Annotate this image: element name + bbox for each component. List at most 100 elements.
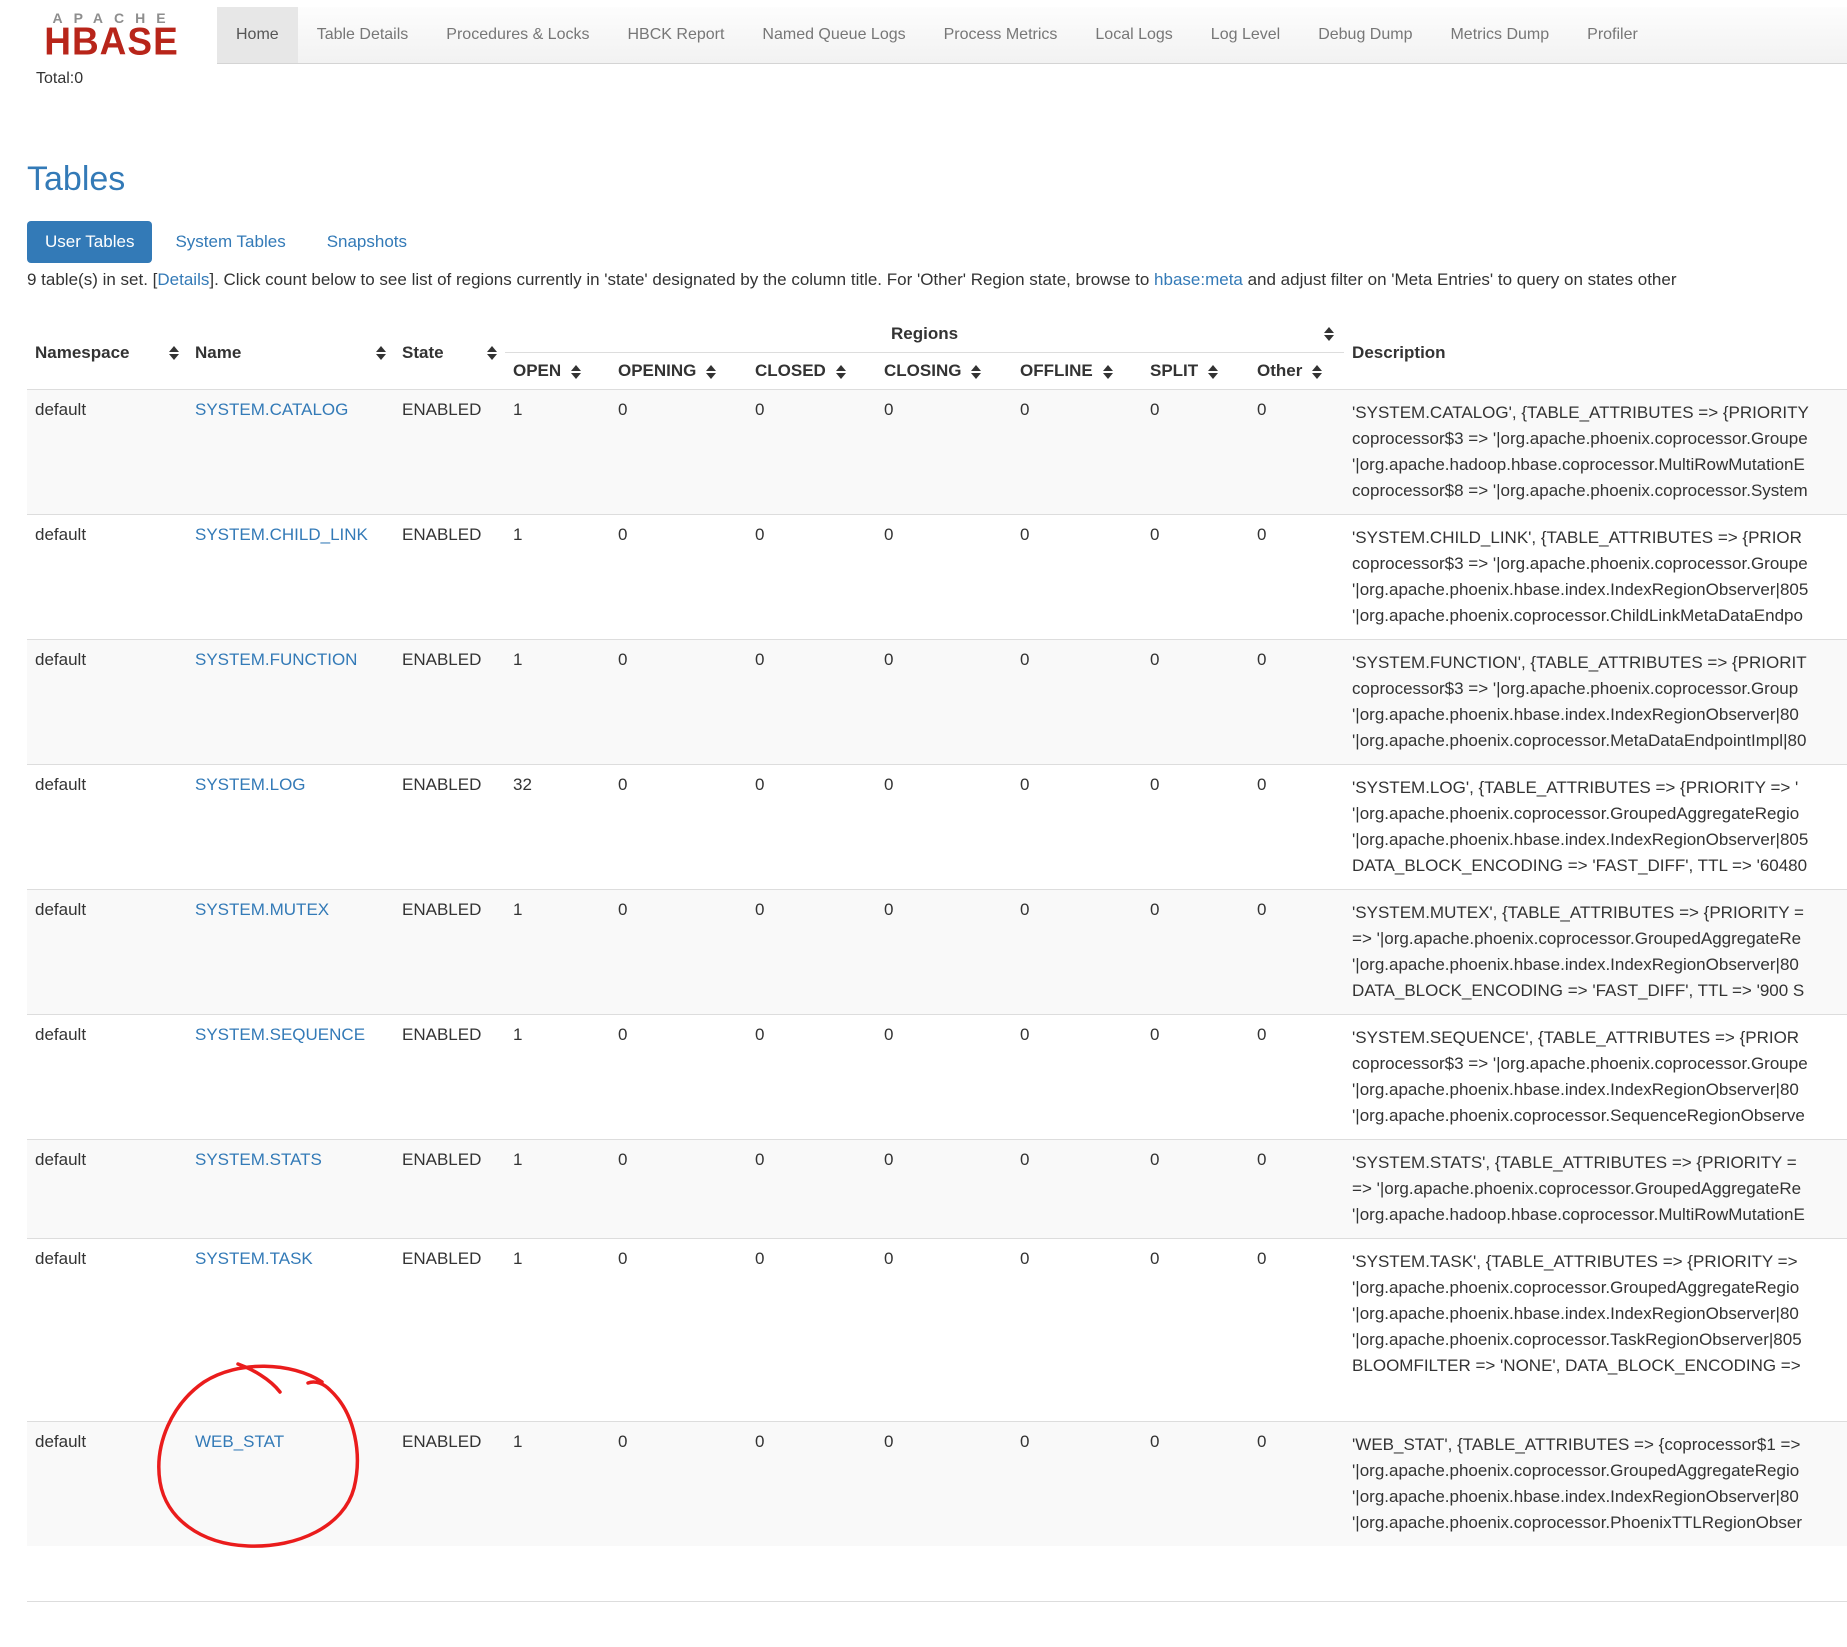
sort-icon[interactable] bbox=[1312, 365, 1322, 379]
cell-region-count-closing[interactable]: 0 bbox=[876, 765, 1012, 890]
cell-region-count-other[interactable]: 0 bbox=[1249, 765, 1344, 890]
cell-region-count-closed[interactable]: 0 bbox=[747, 1140, 876, 1239]
sort-icon[interactable] bbox=[487, 346, 497, 360]
table-name-link[interactable]: SYSTEM.SEQUENCE bbox=[195, 1025, 365, 1044]
tab-snapshots[interactable]: Snapshots bbox=[309, 221, 425, 263]
header-region-open[interactable]: OPEN bbox=[505, 353, 610, 390]
tab-user-tables[interactable]: User Tables bbox=[27, 221, 152, 263]
cell-region-count-split[interactable]: 0 bbox=[1142, 765, 1249, 890]
table-name-link[interactable]: SYSTEM.CATALOG bbox=[195, 400, 348, 419]
sort-icon[interactable] bbox=[1103, 365, 1113, 379]
cell-region-count-other[interactable]: 0 bbox=[1249, 1239, 1344, 1422]
cell-region-count-closing[interactable]: 0 bbox=[876, 390, 1012, 515]
cell-region-count-closed[interactable]: 0 bbox=[747, 765, 876, 890]
cell-region-count-closing[interactable]: 0 bbox=[876, 640, 1012, 765]
cell-region-count-split[interactable]: 0 bbox=[1142, 640, 1249, 765]
sort-icon[interactable] bbox=[706, 365, 716, 379]
cell-region-count-opening[interactable]: 0 bbox=[610, 765, 747, 890]
cell-region-count-closed[interactable]: 0 bbox=[747, 1239, 876, 1422]
table-name-link[interactable]: SYSTEM.TASK bbox=[195, 1249, 313, 1268]
nav-item-process-metrics[interactable]: Process Metrics bbox=[925, 7, 1077, 63]
cell-region-count-opening[interactable]: 0 bbox=[610, 390, 747, 515]
cell-region-count-open[interactable]: 1 bbox=[505, 640, 610, 765]
nav-item-local-logs[interactable]: Local Logs bbox=[1076, 7, 1191, 63]
cell-region-count-open[interactable]: 1 bbox=[505, 1239, 610, 1422]
cell-region-count-offline[interactable]: 0 bbox=[1012, 1140, 1142, 1239]
cell-region-count-closed[interactable]: 0 bbox=[747, 640, 876, 765]
sort-icon[interactable] bbox=[571, 365, 581, 379]
sort-icon[interactable] bbox=[376, 346, 386, 360]
cell-region-count-other[interactable]: 0 bbox=[1249, 1015, 1344, 1140]
header-region-closed[interactable]: CLOSED bbox=[747, 353, 876, 390]
cell-region-count-offline[interactable]: 0 bbox=[1012, 1239, 1142, 1422]
header-region-opening[interactable]: OPENING bbox=[610, 353, 747, 390]
cell-region-count-open[interactable]: 1 bbox=[505, 1140, 610, 1239]
nav-item-table-details[interactable]: Table Details bbox=[298, 7, 428, 63]
cell-region-count-offline[interactable]: 0 bbox=[1012, 1422, 1142, 1547]
cell-region-count-closing[interactable]: 0 bbox=[876, 1422, 1012, 1547]
tab-system-tables[interactable]: System Tables bbox=[157, 221, 303, 263]
nav-item-log-level[interactable]: Log Level bbox=[1192, 7, 1299, 63]
cell-region-count-open[interactable]: 1 bbox=[505, 515, 610, 640]
cell-region-count-other[interactable]: 0 bbox=[1249, 390, 1344, 515]
cell-region-count-split[interactable]: 0 bbox=[1142, 1015, 1249, 1140]
cell-region-count-open[interactable]: 1 bbox=[505, 1422, 610, 1547]
table-name-link[interactable]: SYSTEM.FUNCTION bbox=[195, 650, 357, 669]
table-name-link[interactable]: SYSTEM.MUTEX bbox=[195, 900, 329, 919]
nav-item-debug-dump[interactable]: Debug Dump bbox=[1299, 7, 1431, 63]
sort-icon[interactable] bbox=[971, 365, 981, 379]
cell-region-count-other[interactable]: 0 bbox=[1249, 1140, 1344, 1239]
table-name-link[interactable]: SYSTEM.LOG bbox=[195, 775, 306, 794]
cell-region-count-split[interactable]: 0 bbox=[1142, 1140, 1249, 1239]
hbase-meta-link[interactable]: hbase:meta bbox=[1154, 270, 1243, 289]
cell-region-count-other[interactable]: 0 bbox=[1249, 890, 1344, 1015]
nav-item-metrics-dump[interactable]: Metrics Dump bbox=[1431, 7, 1568, 63]
nav-item-named-queue-logs[interactable]: Named Queue Logs bbox=[743, 7, 924, 63]
cell-region-count-split[interactable]: 0 bbox=[1142, 390, 1249, 515]
hbase-logo[interactable]: APACHE HBASE bbox=[0, 5, 217, 65]
header-name[interactable]: Name bbox=[187, 316, 394, 390]
header-region-closing[interactable]: CLOSING bbox=[876, 353, 1012, 390]
cell-region-count-opening[interactable]: 0 bbox=[610, 1015, 747, 1140]
cell-region-count-opening[interactable]: 0 bbox=[610, 890, 747, 1015]
table-name-link[interactable]: SYSTEM.CHILD_LINK bbox=[195, 525, 368, 544]
cell-region-count-split[interactable]: 0 bbox=[1142, 1422, 1249, 1547]
cell-region-count-opening[interactable]: 0 bbox=[610, 1422, 747, 1547]
sort-icon[interactable] bbox=[1324, 327, 1334, 341]
cell-region-count-offline[interactable]: 0 bbox=[1012, 515, 1142, 640]
nav-item-home[interactable]: Home bbox=[217, 7, 298, 63]
cell-region-count-opening[interactable]: 0 bbox=[610, 515, 747, 640]
cell-region-count-open[interactable]: 1 bbox=[505, 390, 610, 515]
cell-region-count-split[interactable]: 0 bbox=[1142, 890, 1249, 1015]
nav-item-profiler[interactable]: Profiler bbox=[1568, 7, 1657, 63]
cell-region-count-offline[interactable]: 0 bbox=[1012, 1015, 1142, 1140]
cell-region-count-closed[interactable]: 0 bbox=[747, 1015, 876, 1140]
cell-region-count-open[interactable]: 1 bbox=[505, 1015, 610, 1140]
header-regions-group[interactable]: Regions bbox=[505, 316, 1344, 353]
cell-region-count-offline[interactable]: 0 bbox=[1012, 765, 1142, 890]
cell-region-count-other[interactable]: 0 bbox=[1249, 640, 1344, 765]
cell-region-count-split[interactable]: 0 bbox=[1142, 1239, 1249, 1422]
sort-icon[interactable] bbox=[169, 346, 179, 360]
header-region-split[interactable]: SPLIT bbox=[1142, 353, 1249, 390]
cell-region-count-split[interactable]: 0 bbox=[1142, 515, 1249, 640]
cell-region-count-closing[interactable]: 0 bbox=[876, 1015, 1012, 1140]
header-state[interactable]: State bbox=[394, 316, 505, 390]
cell-region-count-opening[interactable]: 0 bbox=[610, 1239, 747, 1422]
nav-item-hbck-report[interactable]: HBCK Report bbox=[608, 7, 743, 63]
cell-region-count-closed[interactable]: 0 bbox=[747, 890, 876, 1015]
details-link[interactable]: Details bbox=[157, 270, 209, 289]
cell-region-count-offline[interactable]: 0 bbox=[1012, 390, 1142, 515]
cell-region-count-closing[interactable]: 0 bbox=[876, 515, 1012, 640]
cell-region-count-offline[interactable]: 0 bbox=[1012, 640, 1142, 765]
cell-region-count-closed[interactable]: 0 bbox=[747, 1422, 876, 1547]
sort-icon[interactable] bbox=[1208, 365, 1218, 379]
header-region-offline[interactable]: OFFLINE bbox=[1012, 353, 1142, 390]
cell-region-count-other[interactable]: 0 bbox=[1249, 515, 1344, 640]
cell-region-count-closed[interactable]: 0 bbox=[747, 515, 876, 640]
cell-region-count-opening[interactable]: 0 bbox=[610, 1140, 747, 1239]
sort-icon[interactable] bbox=[836, 365, 846, 379]
cell-region-count-open[interactable]: 1 bbox=[505, 890, 610, 1015]
table-name-link[interactable]: SYSTEM.STATS bbox=[195, 1150, 322, 1169]
cell-region-count-closing[interactable]: 0 bbox=[876, 890, 1012, 1015]
